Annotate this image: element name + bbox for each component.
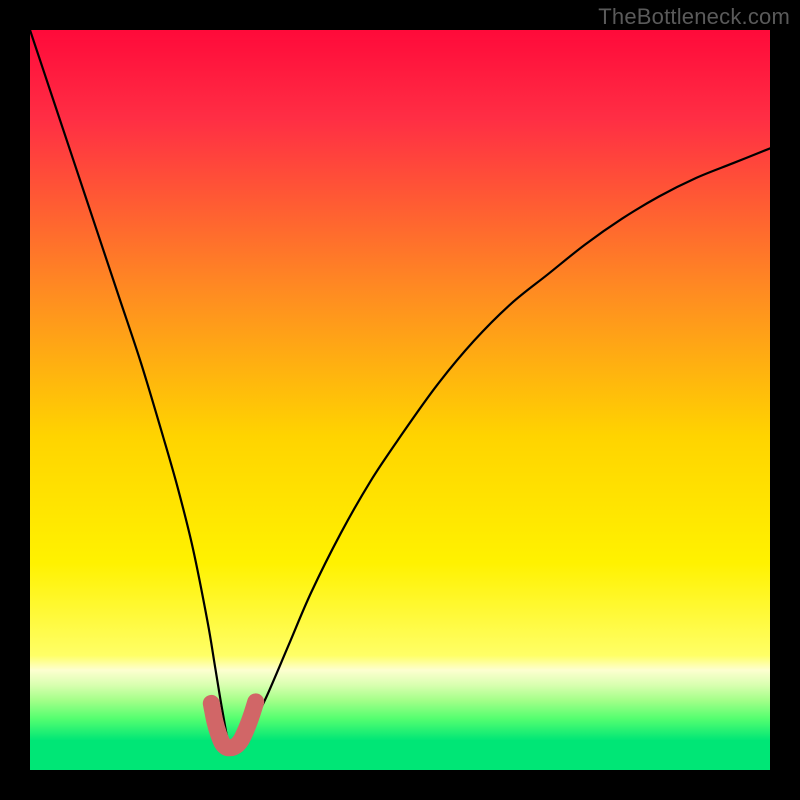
watermark-text: TheBottleneck.com [598, 4, 790, 30]
bottleneck-chart [30, 30, 770, 770]
chart-frame: TheBottleneck.com [0, 0, 800, 800]
chart-background [30, 30, 770, 770]
